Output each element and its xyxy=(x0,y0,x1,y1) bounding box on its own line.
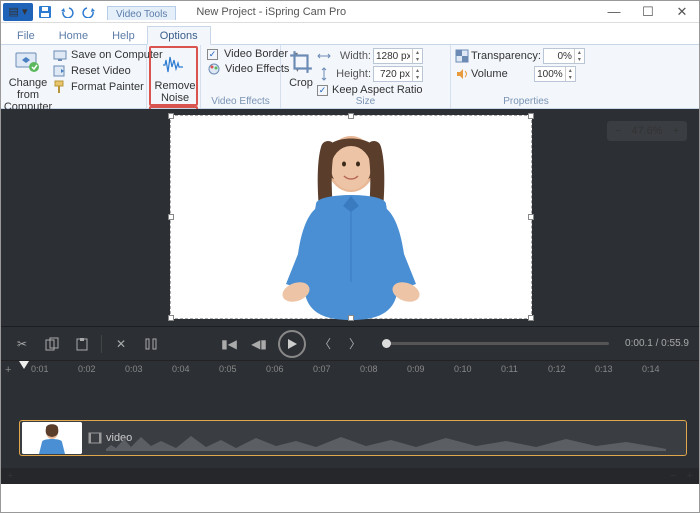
play-button[interactable] xyxy=(278,330,306,358)
ruler-tick: 0:02 xyxy=(78,364,96,374)
zoom-value: 47.6% xyxy=(631,125,662,137)
ruler-tick: 0:03 xyxy=(125,364,143,374)
group-size-label: Size xyxy=(285,96,446,108)
timeline-tracks: video + − + xyxy=(1,382,699,484)
volume-icon xyxy=(455,67,469,81)
canvas-area: − 47.6% + xyxy=(1,109,699,326)
timeline-status-bar: + − + xyxy=(1,468,699,484)
ribbon-tabs: File Home Help Options xyxy=(1,23,699,45)
ruler-tick: 0:01 xyxy=(31,364,49,374)
group-properties: Transparency: ▴▾ Volume ▴▾ Properties xyxy=(451,45,601,108)
crop-label: Crop xyxy=(289,77,313,89)
cut-button[interactable]: ✂ xyxy=(11,333,33,355)
checkbox-checked-icon: ✓ xyxy=(317,85,328,96)
volume-input[interactable]: ▴▾ xyxy=(534,66,576,82)
quick-access-toolbar: ▤ ▾ xyxy=(1,1,101,22)
waveform xyxy=(106,431,666,451)
tab-home[interactable]: Home xyxy=(47,27,100,44)
seek-bar[interactable] xyxy=(382,342,609,345)
ruler-tick: 0:06 xyxy=(266,364,284,374)
width-row: Width: ▴▾ xyxy=(317,48,423,64)
group-properties-label: Properties xyxy=(455,96,597,108)
timeline-ruler[interactable]: + 0:01 0:02 0:03 0:04 0:05 0:06 0:07 0:08 0:09 0:… xyxy=(1,360,699,382)
window-title: New Project - iSpring Cam Pro xyxy=(176,6,597,18)
group-audio-effects: Remove Noise Audio Effects xyxy=(147,45,201,108)
tab-help[interactable]: Help xyxy=(100,27,147,44)
ruler-tick: 0:11 xyxy=(501,364,518,374)
paste-button[interactable] xyxy=(71,333,93,355)
remove-noise-button[interactable]: Remove Noise xyxy=(153,50,197,104)
zoom-in-icon[interactable]: + xyxy=(673,125,679,137)
time-display: 0:00.1 / 0:55.9 xyxy=(625,338,689,349)
zoom-out-icon[interactable]: − xyxy=(615,125,621,137)
undo-button[interactable] xyxy=(57,3,77,21)
keep-aspect-ratio-checkbox[interactable]: ✓Keep Aspect Ratio xyxy=(317,84,423,96)
copy-button[interactable] xyxy=(41,333,63,355)
change-from-computer-button[interactable]: Change from Computer xyxy=(5,47,51,113)
remove-noise-label: Remove Noise xyxy=(155,80,196,104)
volume-row: Volume ▴▾ xyxy=(455,66,585,82)
group-video: Change from Computer Save on Computer Re… xyxy=(1,45,147,108)
add-track-button[interactable]: + xyxy=(5,364,11,376)
minimize-button[interactable]: — xyxy=(597,1,631,22)
group-size: Crop Width: ▴▾ Height: ▴▾ ✓Keep Aspect R… xyxy=(281,45,451,108)
player-bar: ✂ ✕ ▮◀ ◀▮ 〈 〉 0:00.1 / 0:55.9 xyxy=(1,326,699,360)
crop-button[interactable]: Crop xyxy=(285,47,317,89)
video-frame[interactable] xyxy=(170,115,532,319)
ruler-tick: 0:05 xyxy=(219,364,237,374)
tab-file[interactable]: File xyxy=(5,27,47,44)
height-row: Height: ▴▾ xyxy=(317,66,423,82)
window-controls: — ☐ ✕ xyxy=(597,1,699,22)
change-from-computer-label: Change from Computer xyxy=(4,77,52,113)
ruler-tick: 0:13 xyxy=(595,364,613,374)
next-button[interactable]: 〉 xyxy=(344,333,366,355)
group-video-effects-label: Video Effects xyxy=(205,96,276,108)
ruler-tick: 0:10 xyxy=(454,364,472,374)
ruler-tick: 0:14 xyxy=(642,364,660,374)
ruler-tick: 0:07 xyxy=(313,364,331,374)
file-menu-button[interactable]: ▤ ▾ xyxy=(3,3,33,21)
transparency-icon xyxy=(455,49,469,63)
close-button[interactable]: ✕ xyxy=(665,1,699,22)
width-input[interactable]: ▴▾ xyxy=(373,48,423,64)
timeline-zoom-in-button[interactable]: + xyxy=(687,470,693,482)
delete-button[interactable]: ✕ xyxy=(110,333,132,355)
clip-type-icon xyxy=(88,431,102,445)
maximize-button[interactable]: ☐ xyxy=(631,1,665,22)
playhead-icon[interactable] xyxy=(19,361,29,369)
skip-start-button[interactable]: ▮◀ xyxy=(218,333,240,355)
ruler-tick: 0:09 xyxy=(407,364,425,374)
height-icon xyxy=(317,67,331,81)
redo-button[interactable] xyxy=(79,3,99,21)
height-input[interactable]: ▴▾ xyxy=(373,66,423,82)
checkbox-checked-icon: ✓ xyxy=(207,49,218,60)
transparency-row: Transparency: ▴▾ xyxy=(455,48,585,64)
ribbon: Change from Computer Save on Computer Re… xyxy=(1,45,699,109)
trim-button[interactable] xyxy=(140,333,162,355)
prev-button[interactable]: 〈 xyxy=(314,333,336,355)
ruler-tick: 0:08 xyxy=(360,364,378,374)
contextual-tab-video-tools: Video Tools xyxy=(107,6,176,20)
width-icon xyxy=(317,49,331,63)
clip-thumbnail xyxy=(22,422,82,454)
prev-frame-button[interactable]: ◀▮ xyxy=(248,333,270,355)
ruler-tick: 0:04 xyxy=(172,364,190,374)
timeline-add-button[interactable]: + xyxy=(7,470,13,482)
ruler-tick: 0:12 xyxy=(548,364,566,374)
tab-options[interactable]: Options xyxy=(147,26,211,45)
group-video-effects: ✓Video Border▾ Video Effects▾ Video Effe… xyxy=(201,45,281,108)
transparency-input[interactable]: ▴▾ xyxy=(543,48,585,64)
video-track[interactable]: video xyxy=(19,420,687,456)
save-button[interactable] xyxy=(35,3,55,21)
seek-knob[interactable] xyxy=(382,339,391,348)
video-content xyxy=(256,124,446,320)
titlebar: ▤ ▾ Video Tools New Project - iSpring Ca… xyxy=(1,1,699,23)
timeline-zoom-out-button[interactable]: − xyxy=(670,470,676,482)
zoom-control[interactable]: − 47.6% + xyxy=(607,121,687,141)
